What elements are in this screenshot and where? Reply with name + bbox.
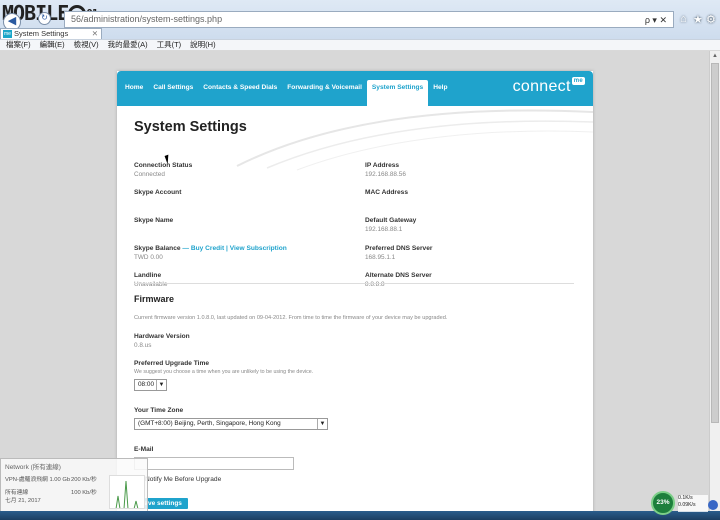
tab-contacts[interactable]: Contacts & Speed Dials — [198, 80, 282, 98]
network-date: 七月 21, 2017 — [5, 498, 41, 504]
network-usage-gauge[interactable]: 23% — [651, 491, 675, 515]
favicon-icon: me — [3, 30, 12, 38]
preferred-dns-value: 168.95.1.1 — [365, 254, 396, 261]
tray-shield-icon[interactable] — [708, 500, 718, 510]
skype-balance-value: TWD 0.00 — [134, 254, 163, 261]
network-monitor-overlay: Network (所有連線) VPN-處羅浪飛網 1.00 Gb 200 Kb/… — [0, 458, 148, 512]
tab-system-settings[interactable]: System Settings — [366, 80, 429, 106]
tab-home[interactable]: Home — [120, 80, 148, 98]
page-viewport: Home Call Settings Contacts & Speed Dial… — [0, 51, 709, 511]
scroll-thumb[interactable] — [711, 63, 719, 423]
upgrade-time-hint: We suggest you choose a time when you ar… — [134, 369, 314, 375]
brand-logo: connect me — [512, 77, 585, 95]
page-title: System Settings — [134, 119, 247, 135]
menu-bar: 檔案(F) 編輯(E) 檢視(V) 我的最愛(A) 工具(T) 說明(H) — [0, 39, 720, 50]
hardware-version-label: Hardware Version — [134, 333, 190, 340]
skype-name-label: Skype Name — [134, 217, 174, 224]
settings-panel: Home Call Settings Contacts & Speed Dial… — [117, 71, 593, 511]
menu-file[interactable]: 檔案(F) — [6, 40, 31, 50]
search-icon[interactable]: ρ ▾ ✕ — [645, 13, 667, 27]
home-icon[interactable]: ⌂ — [680, 13, 687, 25]
tab-call-settings[interactable]: Call Settings — [148, 80, 198, 98]
menu-view[interactable]: 檢視(V) — [74, 40, 99, 50]
close-icon[interactable]: ✕ — [92, 29, 98, 39]
tab-help[interactable]: Help — [428, 80, 452, 98]
download-speed: 0.09K/s — [678, 502, 696, 508]
ip-address-label: IP Address — [365, 162, 400, 169]
landline-label: Landline — [134, 272, 162, 279]
network-title: Network (所有連線) — [5, 464, 61, 471]
menu-favorites[interactable]: 我的最愛(A) — [108, 40, 148, 50]
timezone-label: Your Time Zone — [134, 407, 184, 414]
upload-speed: 0.1K/s — [678, 495, 693, 501]
chevron-down-icon: ▼ — [317, 419, 327, 429]
default-gateway-value: 192.168.88.1 — [365, 226, 403, 233]
browser-chrome: MOBILE01 ◀ ↻ 56/administration/system-se… — [0, 0, 720, 50]
ip-address-value: 192.168.88.56 — [365, 171, 406, 178]
skype-account-label: Skype Account — [134, 189, 182, 196]
menu-help[interactable]: 說明(H) — [190, 40, 215, 50]
star-icon[interactable]: ★ — [693, 13, 703, 26]
windows-taskbar — [0, 511, 720, 520]
network-row-1: VPN-處羅浪飛網 1.00 Gb — [5, 477, 71, 483]
buy-credit-link[interactable]: Buy Credit — [191, 245, 224, 252]
network-speed-readout: 0.1K/s 0.09K/s — [678, 495, 708, 512]
hardware-version-value: 0.8.us — [134, 342, 152, 349]
url-text: 56/administration/system-settings.php — [71, 14, 223, 24]
address-bar[interactable]: 56/administration/system-settings.php ρ … — [64, 11, 674, 28]
gear-icon[interactable]: ⚙ — [706, 13, 716, 26]
skype-balance-label: Skype Balance — Buy Credit | View Subscr… — [134, 245, 287, 252]
alternate-dns-label: Alternate DNS Server — [365, 272, 432, 279]
upgrade-time-select[interactable]: 08:00 ▼ — [134, 379, 167, 391]
network-speed-2: 100 Kb/秒 — [71, 490, 97, 496]
tab-forwarding[interactable]: Forwarding & Voicemail — [282, 80, 367, 98]
menu-tools[interactable]: 工具(T) — [157, 40, 182, 50]
timezone-select[interactable]: (GMT+8:00) Beijing, Perth, Singapore, Ho… — [134, 418, 328, 430]
firmware-heading: Firmware — [134, 294, 175, 304]
email-field[interactable] — [134, 457, 294, 470]
browser-tab[interactable]: me System Settings ✕ — [0, 28, 102, 39]
view-subscription-link[interactable]: View Subscription — [230, 245, 287, 252]
network-speed-1: 200 Kb/秒 — [71, 477, 97, 483]
top-nav: Home Call Settings Contacts & Speed Dial… — [117, 71, 593, 106]
preferred-dns-label: Preferred DNS Server — [365, 245, 433, 252]
chevron-down-icon: ▼ — [156, 380, 166, 390]
connection-status-label: Connection Status — [134, 162, 193, 169]
default-gateway-label: Default Gateway — [365, 217, 417, 224]
scroll-up-icon[interactable]: ▲ — [710, 51, 720, 61]
section-divider — [134, 283, 574, 284]
network-graph — [109, 475, 145, 509]
email-label: E-Mail — [134, 446, 154, 453]
firmware-description: Current firmware version 1.0.8.0, last u… — [134, 315, 448, 321]
connection-status-value: Connected — [134, 171, 165, 178]
mac-address-label: MAC Address — [365, 189, 408, 196]
notify-label: Notify Me Before Upgrade — [145, 476, 222, 483]
tab-title: System Settings — [14, 29, 69, 38]
vertical-scrollbar[interactable]: ▲ ▼ — [709, 51, 720, 511]
upgrade-time-label: Preferred Upgrade Time — [134, 360, 210, 367]
forward-button[interactable]: ↻ — [38, 12, 51, 25]
menu-edit[interactable]: 編輯(E) — [40, 40, 65, 50]
